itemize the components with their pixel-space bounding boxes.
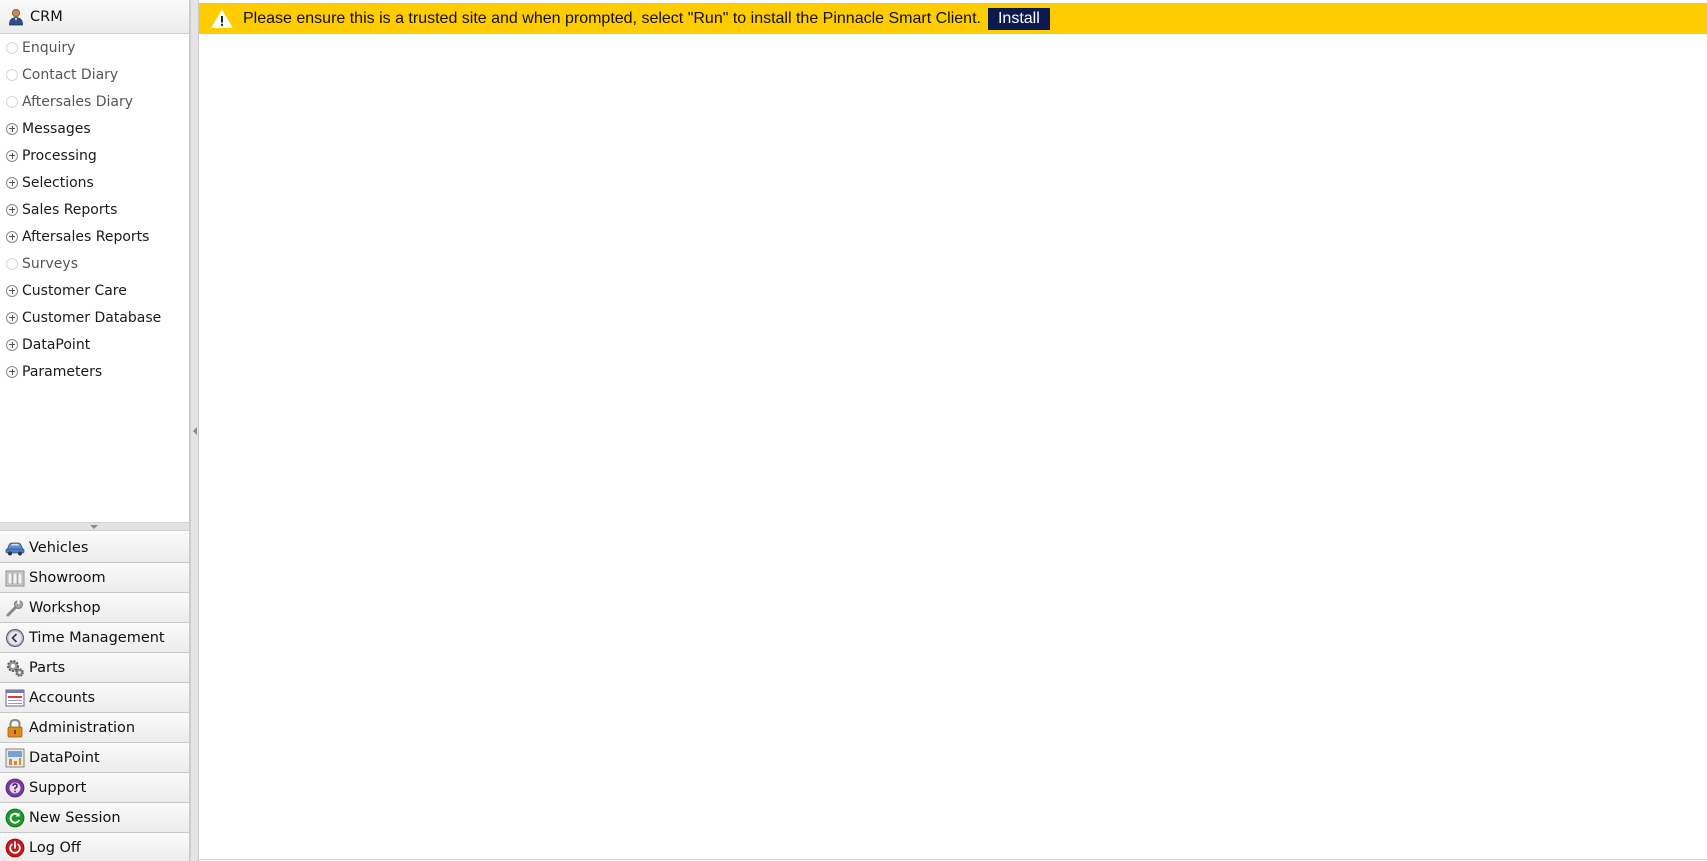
tree-item-label: Parameters: [22, 363, 103, 380]
app-window: CRM Enquiry Contact Diary Aftersales Dia…: [0, 0, 1707, 861]
expand-plus-icon[interactable]: [6, 338, 18, 351]
nav-button-time-management[interactable]: Time Management: [0, 623, 189, 653]
tree-item-datapoint[interactable]: DataPoint: [0, 331, 189, 358]
expand-plus-icon[interactable]: [6, 284, 18, 297]
datapoint-icon: [5, 748, 25, 768]
user-icon: [6, 7, 26, 27]
expand-plus-icon[interactable]: [6, 203, 18, 216]
sidebar-header-crm[interactable]: CRM: [0, 0, 189, 34]
ledger-icon: [5, 688, 25, 708]
tree-item-label: Sales Reports: [22, 201, 118, 218]
nav-button-label: DataPoint: [29, 749, 100, 766]
tree-item-processing[interactable]: Processing: [0, 142, 189, 169]
tree-item-label: Customer Care: [22, 282, 127, 299]
nav-button-datapoint[interactable]: DataPoint: [0, 743, 189, 773]
nav-button-label: Accounts: [29, 689, 96, 706]
tree-item-enquiry[interactable]: Enquiry: [0, 34, 189, 61]
tree-item-parameters[interactable]: Parameters: [0, 358, 189, 385]
nav-button-vehicles[interactable]: Vehicles: [0, 533, 189, 563]
expand-plus-icon[interactable]: [6, 176, 18, 189]
showroom-icon: [5, 568, 25, 588]
node-leaf-icon: [6, 41, 18, 54]
tree-item-label: Messages: [22, 120, 91, 137]
wrench-icon: [5, 598, 25, 618]
tree-item-label: Processing: [22, 147, 97, 164]
sidebar: CRM Enquiry Contact Diary Aftersales Dia…: [0, 0, 190, 861]
tree-item-contact-diary[interactable]: Contact Diary: [0, 61, 189, 88]
tree-item-surveys[interactable]: Surveys: [0, 250, 189, 277]
sidebar-header-label: CRM: [30, 8, 63, 25]
nav-button-administration[interactable]: Administration: [0, 713, 189, 743]
expand-plus-icon[interactable]: [6, 311, 18, 324]
gear-icon: [5, 658, 25, 678]
car-icon: [5, 538, 25, 558]
install-warning-banner: Please ensure this is a trusted site and…: [199, 3, 1707, 34]
tree-item-label: Enquiry: [22, 39, 76, 56]
nav-button-label: Support: [29, 779, 87, 796]
tree-item-customer-database[interactable]: Customer Database: [0, 304, 189, 331]
nav-button-workshop[interactable]: Workshop: [0, 593, 189, 623]
lock-icon: [5, 718, 25, 738]
tree-item-label: Aftersales Diary: [22, 93, 134, 110]
clock-icon: [5, 628, 25, 648]
nav-button-label: Time Management: [29, 629, 165, 646]
expand-plus-icon[interactable]: [6, 230, 18, 243]
nav-button-label: Parts: [29, 659, 66, 676]
tree-item-customer-care[interactable]: Customer Care: [0, 277, 189, 304]
node-leaf-icon: [6, 95, 18, 108]
tree-item-label: DataPoint: [22, 336, 91, 353]
tree-item-label: Selections: [22, 174, 94, 191]
sidebar-collapse-splitter[interactable]: [190, 0, 199, 861]
node-leaf-icon: [6, 257, 18, 270]
chevron-down-icon: [90, 525, 98, 529]
tree-item-label: Surveys: [22, 255, 78, 272]
tree-item-label: Contact Diary: [22, 66, 119, 83]
chevron-left-icon: [193, 427, 197, 435]
tree-item-label: Aftersales Reports: [22, 228, 150, 245]
tree-item-label: Customer Database: [22, 309, 162, 326]
sidebar-horizontal-splitter[interactable]: [0, 522, 189, 531]
nav-button-label: Vehicles: [29, 539, 89, 556]
node-leaf-icon: [6, 68, 18, 81]
tree-item-messages[interactable]: Messages: [0, 115, 189, 142]
nav-button-label: Log Off: [29, 839, 81, 856]
tree-item-selections[interactable]: Selections: [0, 169, 189, 196]
nav-button-label: Showroom: [29, 569, 106, 586]
tree-item-aftersales-diary[interactable]: Aftersales Diary: [0, 88, 189, 115]
nav-button-label: Workshop: [29, 599, 101, 616]
nav-button-label: New Session: [29, 809, 121, 826]
nav-button-support[interactable]: Support: [0, 773, 189, 803]
expand-plus-icon[interactable]: [6, 122, 18, 135]
banner-message: Please ensure this is a trusted site and…: [243, 9, 981, 27]
main-content: Please ensure this is a trusted site and…: [199, 0, 1707, 861]
nav-button-parts[interactable]: Parts: [0, 653, 189, 683]
tree-item-sales-reports[interactable]: Sales Reports: [0, 196, 189, 223]
expand-plus-icon[interactable]: [6, 149, 18, 162]
support-icon: [5, 778, 25, 798]
nav-button-log-off[interactable]: Log Off: [0, 833, 189, 861]
refresh-icon: [5, 808, 25, 828]
tree-item-aftersales-reports[interactable]: Aftersales Reports: [0, 223, 189, 250]
expand-plus-icon[interactable]: [6, 365, 18, 378]
nav-button-showroom[interactable]: Showroom: [0, 563, 189, 593]
warning-icon: [211, 9, 233, 28]
crm-tree: Enquiry Contact Diary Aftersales Diary M…: [0, 34, 189, 522]
nav-button-accounts[interactable]: Accounts: [0, 683, 189, 713]
power-icon: [5, 838, 25, 858]
nav-button-label: Administration: [29, 719, 136, 736]
main-bottom-border: [199, 859, 1707, 860]
install-button[interactable]: Install: [987, 7, 1050, 30]
nav-button-new-session[interactable]: New Session: [0, 803, 189, 833]
